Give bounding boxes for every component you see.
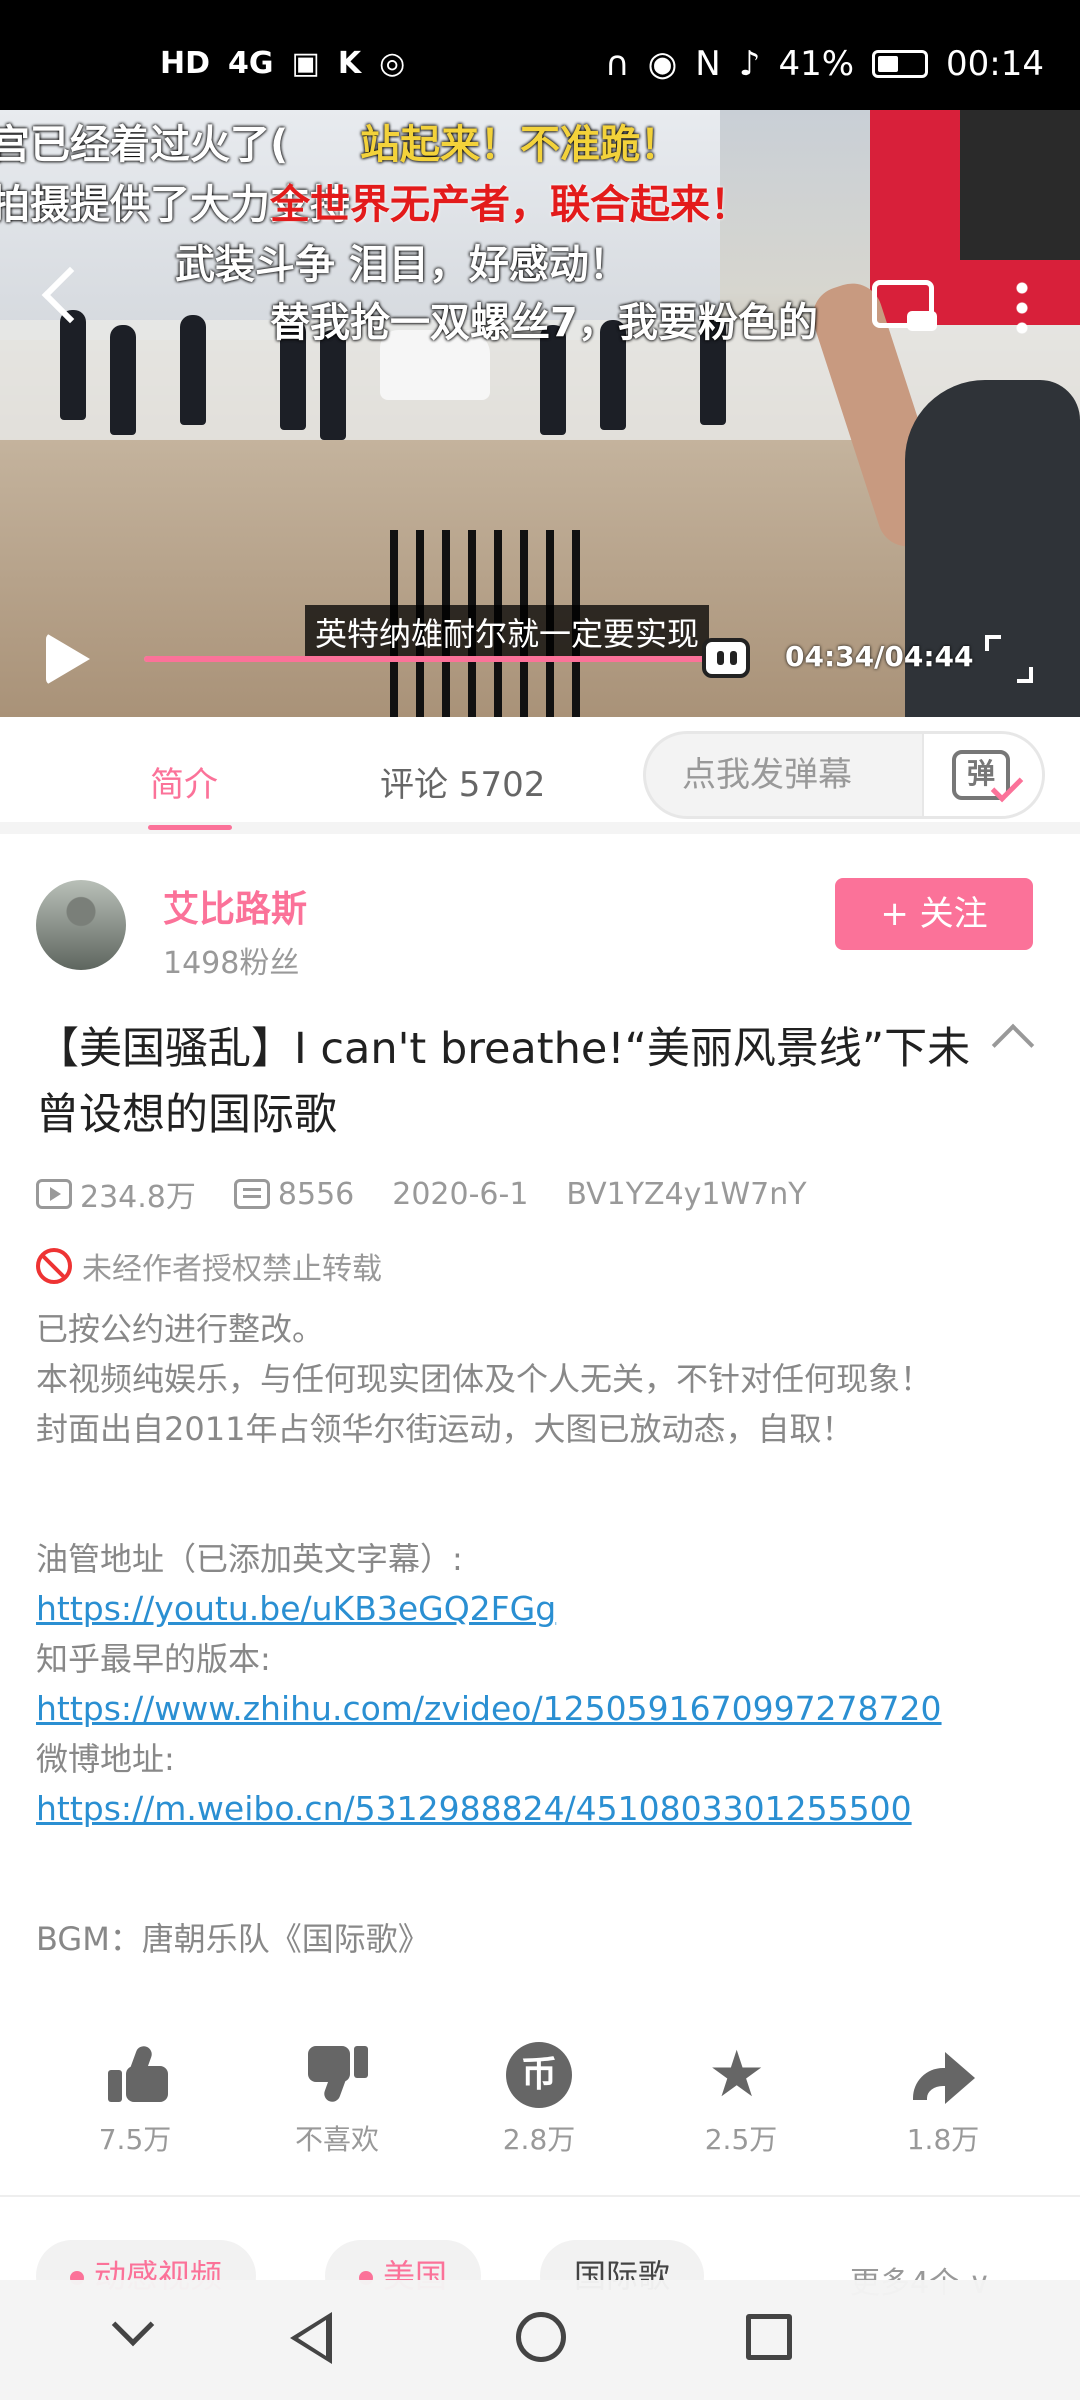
uploader-name[interactable]: 艾比路斯 (163, 880, 307, 932)
danmaku-toggle-button[interactable]: 弹 (922, 734, 1042, 816)
video-description: 已按公约进行整改。 本视频纯娱乐，与任何现实团体及个人无关，不针对任何现象！ 封… (36, 1304, 1046, 1964)
coin-button[interactable]: 币 2.8万 (464, 2040, 614, 2158)
avatar[interactable] (36, 880, 126, 970)
desc-line: 本视频纯娱乐，与任何现实团体及个人无关，不针对任何现象！ (36, 1360, 933, 1398)
location-icon: ◎ (379, 46, 406, 81)
divider (0, 2195, 1080, 2197)
tab-indicator (148, 825, 232, 830)
publish-date: 2020-6-1 (392, 1176, 529, 1212)
dislike-button[interactable]: 不喜欢 (262, 2040, 412, 2158)
system-nav-bar (0, 2280, 1080, 2400)
desc-line: 知乎最早的版本: (36, 1640, 271, 1678)
tab-intro[interactable]: 简介 (150, 757, 218, 806)
video-subtitle: 英特纳雄耐尔就一定要实现 (305, 605, 710, 659)
signal-icon: 4G (228, 46, 274, 81)
video-scene-sign-panel (960, 110, 1080, 260)
more-icon[interactable] (1016, 278, 1028, 338)
share-count: 1.8万 (906, 2123, 980, 2156)
coin-icon: 币 (506, 2042, 572, 2108)
favorite-count: 2.5万 (704, 2123, 778, 2156)
video-title: 【美国骚乱】I can't breathe!“美丽风景线”下未曾设想的国际歌 (36, 1024, 971, 1140)
battery-icon (872, 50, 929, 78)
video-player[interactable]: 宫已经着过火了( 站起来！不准跪！ 拍摄提供了大力支持 全世界无产者，联合起来！… (0, 110, 1080, 717)
danmaku-count-icon (233, 1179, 270, 1209)
back-triangle-icon[interactable] (290, 2312, 332, 2364)
danmaku-input-box[interactable]: 弹 (643, 731, 1045, 819)
bgm-line: BGM：唐朝乐队《国际歌》 (36, 1920, 430, 1958)
clock: 00:14 (946, 44, 1044, 84)
thumbs-down-icon (308, 2046, 368, 2104)
status-right-icons: ∩ ◉ N ♪ 41% 00:14 (605, 44, 1044, 84)
k-icon: K (337, 46, 362, 81)
desc-line: 已按公约进行整改。 (36, 1310, 325, 1348)
progress-bar[interactable] (144, 656, 729, 662)
views-icon (36, 1179, 72, 1209)
play-icon[interactable] (46, 633, 90, 685)
youtube-link[interactable]: https://youtu.be/uKB3eGQ2FGg (36, 1589, 556, 1628)
battery-percent: 41% (778, 44, 855, 84)
danmaku-comment: 站起来！不准跪！ (360, 122, 680, 168)
chevron-down-icon[interactable] (111, 2303, 155, 2347)
mute-icon: ♪ (738, 44, 761, 84)
share-icon (913, 2046, 975, 2106)
like-count: 7.5万 (98, 2123, 172, 2156)
desc-line: 微博地址: (36, 1740, 175, 1778)
desc-line: 油管地址（已添加英文字幕）: (36, 1540, 463, 1578)
recent-apps-icon[interactable] (746, 2314, 792, 2360)
cast-icon[interactable] (872, 280, 937, 331)
danmaku-comment: 替我抢一双螺丝7，我要粉色的 (270, 300, 818, 346)
headphone-icon: ∩ (604, 44, 630, 84)
no-repost-notice: 未经作者授权禁止转载 (36, 1244, 382, 1288)
hd-icon: HD (160, 46, 211, 81)
coin-count: 2.8万 (502, 2123, 576, 2156)
video-time: 04:34/04:44 (785, 640, 974, 673)
danmaku-comment: 宫已经着过火了( (0, 122, 289, 168)
action-bar: 7.5万 不喜欢 币 2.8万 ★ 2.5万 1.8万 (0, 2040, 1080, 2160)
share-button[interactable]: 1.8万 (868, 2040, 1018, 2158)
danmaku-comment: 武装斗争 泪目，好感动！ (175, 242, 629, 288)
no-repost-text: 未经作者授权禁止转载 (82, 1252, 382, 1287)
status-left-icons: HD 4G ▣ K ◎ (160, 46, 405, 81)
favorite-button[interactable]: ★ 2.5万 (666, 2040, 816, 2158)
zhihu-link[interactable]: https://www.zhihu.com/zvideo/12505916709… (36, 1689, 942, 1728)
weibo-link[interactable]: https://m.weibo.cn/5312988824/4510803301… (36, 1789, 912, 1828)
thumbs-up-icon (108, 2044, 168, 2102)
danmaku-input[interactable] (646, 734, 926, 816)
like-button[interactable]: 7.5万 (60, 2040, 210, 2158)
ban-icon (36, 1248, 72, 1284)
danmaku-comment: 全世界无产者，联合起来！ (270, 182, 750, 228)
fullscreen-icon[interactable] (985, 635, 1033, 683)
view-count: 234.8万 (80, 1180, 196, 1215)
progress-handle[interactable] (702, 638, 750, 678)
danmaku-count: 8556 (277, 1176, 355, 1212)
chevron-up-icon[interactable] (991, 1023, 1035, 1067)
uploader-fans: 1498粉丝 (163, 946, 300, 981)
home-circle-icon[interactable] (516, 2312, 566, 2362)
video-meta: 234.8万 8556 2020-6-1 BV1YZ4y1W7nY (36, 1172, 807, 1216)
progress-fill (144, 656, 709, 662)
eye-icon: ◉ (647, 44, 678, 84)
status-bar: HD 4G ▣ K ◎ ∩ ◉ N ♪ 41% 00:14 (0, 0, 1080, 110)
dislike-label: 不喜欢 (294, 2123, 379, 2156)
bilibili-icon: ▣ (291, 46, 320, 81)
video-figure (180, 315, 206, 425)
tab-comments[interactable]: 评论 5702 (380, 757, 545, 806)
nfc-icon: N (695, 44, 721, 84)
detail-tabs: 简介 评论 5702 弹 (0, 717, 1080, 834)
video-figure (110, 325, 136, 435)
bvid: BV1YZ4y1W7nY (566, 1176, 807, 1212)
desc-line: 封面出自2011年占领华尔街运动，大图已放动态，自取！ (36, 1410, 854, 1448)
video-figure (60, 310, 86, 420)
star-icon: ★ (708, 2038, 766, 2112)
follow-button[interactable]: + 关注 (835, 878, 1033, 950)
